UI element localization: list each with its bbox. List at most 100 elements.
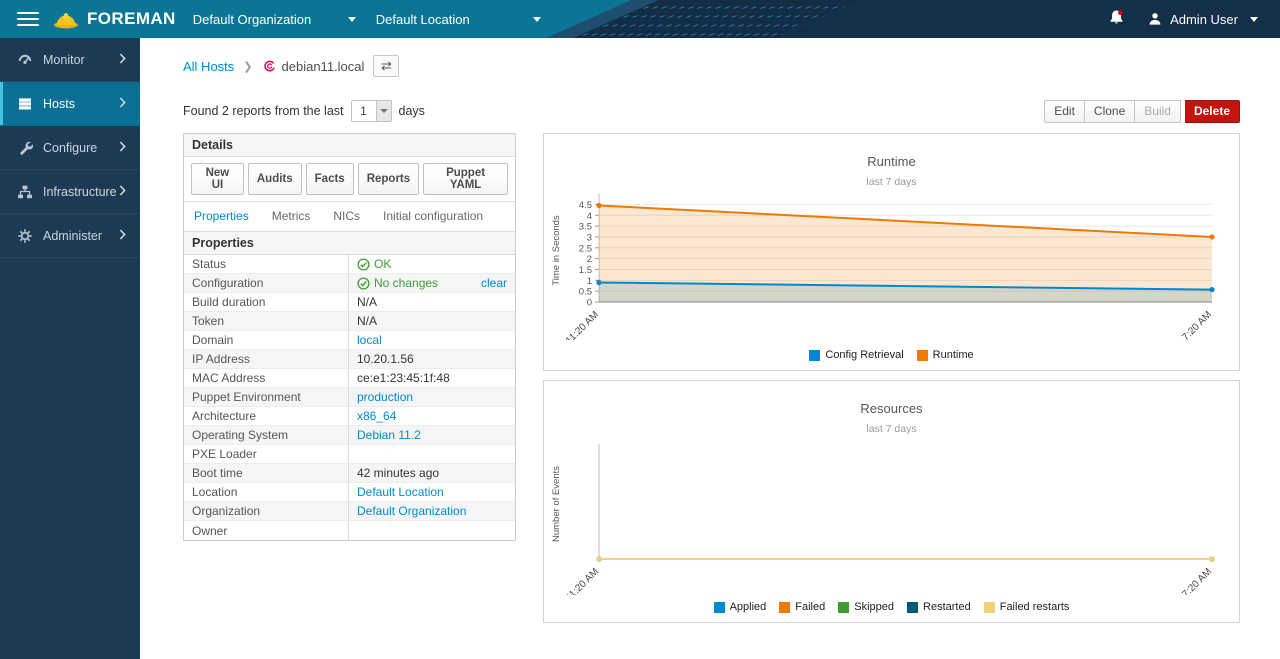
svg-text:1: 1 xyxy=(587,276,592,287)
debian-logo-icon xyxy=(262,59,276,73)
details-panel: Details New UIAuditsFactsReportsPuppet Y… xyxy=(183,133,516,541)
value-link[interactable]: x86_64 xyxy=(357,409,396,423)
property-value: No changesclear xyxy=(349,274,515,292)
property-label: Boot time xyxy=(184,464,349,482)
property-label: Architecture xyxy=(184,407,349,425)
chevron-down-icon xyxy=(348,17,356,22)
report-toolbar: Found 2 reports from the last 1 days Edi… xyxy=(183,99,1240,123)
sidebar-item-infrastructure[interactable]: Infrastructure xyxy=(0,170,140,214)
property-value: local xyxy=(349,331,515,349)
value-link[interactable]: Default Organization xyxy=(357,504,466,518)
foreman-brand[interactable]: FOREMAN xyxy=(53,9,176,29)
facts-button[interactable]: Facts xyxy=(306,163,354,195)
legend-swatch xyxy=(779,602,790,613)
delete-button[interactable]: Delete xyxy=(1185,100,1240,123)
legend-item-failed[interactable]: Failed xyxy=(779,601,825,613)
clear-link[interactable]: clear xyxy=(481,276,507,290)
property-label: Operating System xyxy=(184,426,349,444)
resources-chart-panel: Resources last 7 days 11/25, 11:20 AM12/… xyxy=(543,380,1240,623)
value-link[interactable]: production xyxy=(357,390,413,404)
property-value: x86_64 xyxy=(349,407,515,425)
sitemap-icon xyxy=(17,184,33,200)
new-ui-button[interactable]: New UI xyxy=(191,163,244,195)
svg-text:0.5: 0.5 xyxy=(579,287,592,298)
property-value: OK xyxy=(349,255,515,273)
property-value: Default Organization xyxy=(349,502,515,520)
svg-text:4: 4 xyxy=(587,211,592,222)
details-tabs: Properties Metrics NICs Initial configurati… xyxy=(184,202,515,232)
sidebar-item-monitor[interactable]: Monitor xyxy=(0,38,140,82)
edit-button[interactable]: Edit xyxy=(1044,100,1085,123)
table-row: ConfigurationNo changesclear xyxy=(184,274,515,293)
property-value: Debian 11.2 xyxy=(349,426,515,444)
legend-swatch xyxy=(838,602,849,613)
property-value: production xyxy=(349,388,515,406)
property-label: MAC Address xyxy=(184,369,349,387)
chevron-down-icon xyxy=(376,101,391,121)
organization-dropdown[interactable]: Default Organization xyxy=(193,12,356,27)
location-dropdown[interactable]: Default Location xyxy=(376,12,541,27)
audits-button[interactable]: Audits xyxy=(248,163,302,195)
legend-swatch xyxy=(809,350,820,361)
sidebar-item-configure[interactable]: Configure xyxy=(0,126,140,170)
table-row: TokenN/A xyxy=(184,312,515,331)
clone-button[interactable]: Clone xyxy=(1085,100,1135,123)
legend-item-config-retrieval[interactable]: Config Retrieval xyxy=(809,349,903,361)
property-value: ce:e1:23:45:1f:48 xyxy=(349,369,515,387)
sidebar-item-administer[interactable]: Administer xyxy=(0,214,140,258)
property-value xyxy=(349,529,515,533)
svg-text:0: 0 xyxy=(587,298,592,309)
charts-column: Runtime last 7 days 00.511.522.533.544.5… xyxy=(543,133,1240,623)
tab-initial-configuration[interactable]: Initial configuration xyxy=(383,209,483,223)
legend-item-failed-restarts[interactable]: Failed restarts xyxy=(984,601,1070,613)
legend-item-applied[interactable]: Applied xyxy=(714,601,767,613)
chart-subtitle: last 7 days xyxy=(544,176,1239,188)
sidebar-item-label: Configure xyxy=(43,141,97,155)
value-link[interactable]: Default Location xyxy=(357,485,444,499)
property-value: 10.20.1.56 xyxy=(349,350,515,368)
table-row: StatusOK xyxy=(184,255,515,274)
check-circle-icon xyxy=(357,258,370,271)
property-label: IP Address xyxy=(184,350,349,368)
chevron-down-icon xyxy=(533,17,541,22)
legend-item-runtime[interactable]: Runtime xyxy=(917,349,974,361)
chevron-right-icon xyxy=(119,53,127,67)
table-row: OrganizationDefault Organization xyxy=(184,502,515,521)
svg-text:4.5: 4.5 xyxy=(579,200,592,211)
host-switcher-button[interactable]: ⇄ xyxy=(373,55,399,77)
value-link[interactable]: local xyxy=(357,333,382,347)
notifications-bell-icon[interactable] xyxy=(1108,9,1125,29)
legend-item-restarted[interactable]: Restarted xyxy=(907,601,971,613)
property-label: Build duration xyxy=(184,293,349,311)
chart-title: Runtime xyxy=(544,134,1239,169)
value-link[interactable]: Debian 11.2 xyxy=(357,428,421,442)
svg-text:2: 2 xyxy=(587,254,592,265)
svg-text:Number of Events: Number of Events xyxy=(551,466,562,542)
tab-nics[interactable]: NICs xyxy=(333,209,360,223)
breadcrumb-all-hosts-link[interactable]: All Hosts xyxy=(183,59,234,74)
tab-properties[interactable]: Properties xyxy=(194,209,249,223)
svg-text:11/25, 11:20 AM: 11/25, 11:20 AM xyxy=(544,309,601,340)
legend-item-skipped[interactable]: Skipped xyxy=(838,601,894,613)
property-label: Status xyxy=(184,255,349,273)
sidebar-item-label: Infrastructure xyxy=(43,185,117,199)
puppet-yaml-button[interactable]: Puppet YAML xyxy=(423,163,508,195)
tab-metrics[interactable]: Metrics xyxy=(272,209,311,223)
legend-label: Skipped xyxy=(854,601,894,613)
reports-button[interactable]: Reports xyxy=(358,163,419,195)
value-text: N/A xyxy=(357,314,377,328)
table-row: Puppet Environmentproduction xyxy=(184,388,515,407)
user-menu[interactable]: Admin User xyxy=(1147,11,1258,27)
legend-label: Restarted xyxy=(923,601,971,613)
hamburger-menu-icon[interactable] xyxy=(17,8,39,30)
svg-text:3: 3 xyxy=(587,232,592,243)
days-select[interactable]: 1 xyxy=(351,100,392,122)
breadcrumb: All Hosts ❯ debian11.local ⇄ xyxy=(183,54,1240,78)
sidebar-nav: MonitorHosts Configure Infrastructure Admin… xyxy=(0,38,140,659)
property-value: N/A xyxy=(349,312,515,330)
sidebar-item-hosts[interactable]: Hosts xyxy=(0,82,140,126)
property-value xyxy=(349,452,515,456)
user-icon xyxy=(1147,11,1163,27)
table-row: Architecture x86_64 xyxy=(184,407,515,426)
details-buttons: New UIAuditsFactsReportsPuppet YAML xyxy=(184,157,515,202)
